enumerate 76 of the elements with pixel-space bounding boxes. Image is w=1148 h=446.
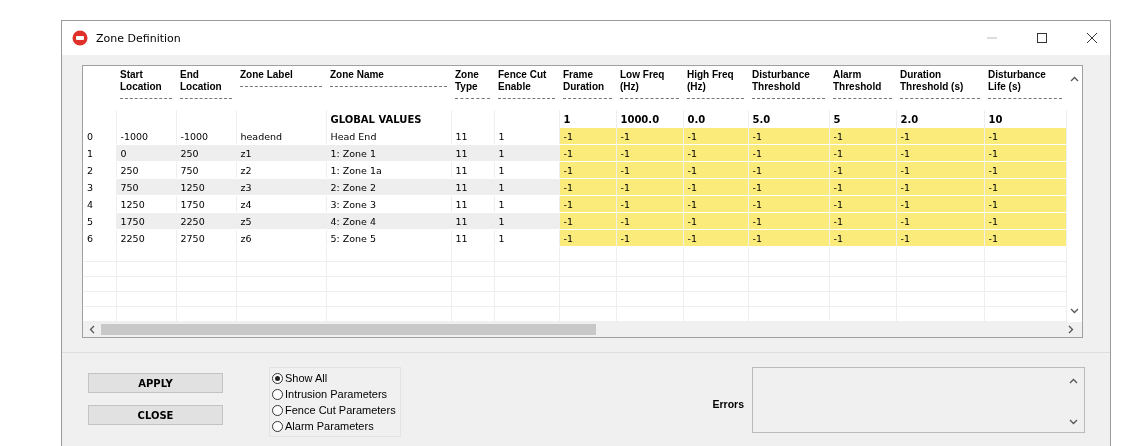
scroll-right-icon[interactable] [1068, 325, 1074, 334]
global-value: 1000.0 [620, 113, 660, 125]
radio-icon[interactable] [272, 388, 283, 400]
column-header: Alarm Threshold [833, 69, 892, 99]
table-cell: z4 [236, 195, 326, 213]
radio-icon[interactable] [272, 372, 283, 384]
table-cell: Head End [326, 128, 451, 145]
table-cell: -1 [829, 128, 896, 145]
column-header: Frame Duration [563, 69, 612, 99]
table-cell: 1 [494, 128, 559, 145]
radio-icon[interactable] [272, 420, 283, 432]
table-cell: z6 [236, 229, 326, 247]
radio-icon[interactable] [272, 404, 283, 416]
table-cell: 1 [494, 229, 559, 247]
global-value: 2.0 [900, 113, 919, 125]
global-value: 0.0 [687, 113, 706, 125]
scroll-down-icon[interactable] [1069, 308, 1079, 314]
global-value: GLOBAL VALUES [330, 113, 422, 125]
table-cell: 2750 [176, 229, 236, 247]
scroll-up-icon[interactable] [1069, 76, 1079, 82]
table-cell: 1750 [176, 195, 236, 213]
filter-radio[interactable]: Show All [272, 370, 396, 386]
column-header: End Location [180, 69, 232, 99]
window-title: Zone Definition [96, 31, 181, 45]
table-cell: 1 [494, 161, 559, 179]
table-cell: -1 [748, 128, 829, 145]
table-cell: 250 [116, 161, 176, 179]
table-cell: -1 [984, 128, 1066, 145]
column-header: Zone Type [455, 69, 490, 99]
global-value: 1 [563, 113, 571, 125]
table-cell: 1 [494, 195, 559, 213]
table-cell: 1250 [116, 195, 176, 213]
column-header: Start Location [120, 69, 172, 99]
table-cell: headend [236, 128, 326, 145]
table-cell: -1000 [176, 128, 236, 145]
column-header: Disturbance Threshold [752, 69, 825, 99]
maximize-icon[interactable] [1036, 32, 1048, 44]
horizontal-scrollbar[interactable] [83, 322, 1082, 337]
apply-button[interactable]: APPLY [88, 373, 223, 393]
filter-radio[interactable]: Alarm Parameters [272, 418, 396, 434]
table-cell: 11 [451, 195, 494, 213]
errors-label: Errors [712, 398, 744, 410]
scroll-up-icon[interactable] [1069, 378, 1078, 384]
global-value: 10 [988, 113, 1003, 125]
global-value: 5 [833, 113, 841, 125]
app-logo-icon [72, 30, 88, 46]
table-cell: 11 [451, 128, 494, 145]
column-header: Zone Label [240, 69, 322, 87]
scroll-down-icon[interactable] [1069, 419, 1078, 425]
column-header: Duration Threshold (s) [900, 69, 980, 99]
column-header: High Freq (Hz) [687, 69, 744, 99]
column-header: Fence Cut Enable [498, 69, 555, 99]
table-cell: 11 [451, 229, 494, 247]
table-cell: -1 [683, 128, 748, 145]
table-cell: -1 [559, 128, 616, 145]
scrollbar-thumb[interactable] [101, 324, 596, 335]
scroll-left-icon[interactable] [89, 325, 95, 334]
filter-radio[interactable]: Fence Cut Parameters [272, 402, 396, 418]
table-cell: -1 [616, 128, 683, 145]
table-cell: 11 [451, 161, 494, 179]
column-header: Disturbance Life (s) [988, 69, 1062, 99]
table-cell: -1 [896, 128, 984, 145]
column-header: Low Freq (Hz) [620, 69, 679, 99]
filter-radio[interactable]: Intrusion Parameters [272, 386, 396, 402]
table-cell: -1000 [116, 128, 176, 145]
global-value: 5.0 [752, 113, 771, 125]
close-icon[interactable] [1086, 32, 1098, 44]
table-cell: 5: Zone 5 [326, 229, 451, 247]
table-cell: 1: Zone 1a [326, 161, 451, 179]
table-cell: z2 [236, 161, 326, 179]
table-cell: 2250 [116, 229, 176, 247]
table-cell: 750 [176, 161, 236, 179]
table-cell: 3: Zone 3 [326, 195, 451, 213]
errors-field[interactable] [752, 367, 1085, 433]
column-header: Zone Name [330, 69, 447, 87]
close-button[interactable]: CLOSE [88, 405, 223, 425]
